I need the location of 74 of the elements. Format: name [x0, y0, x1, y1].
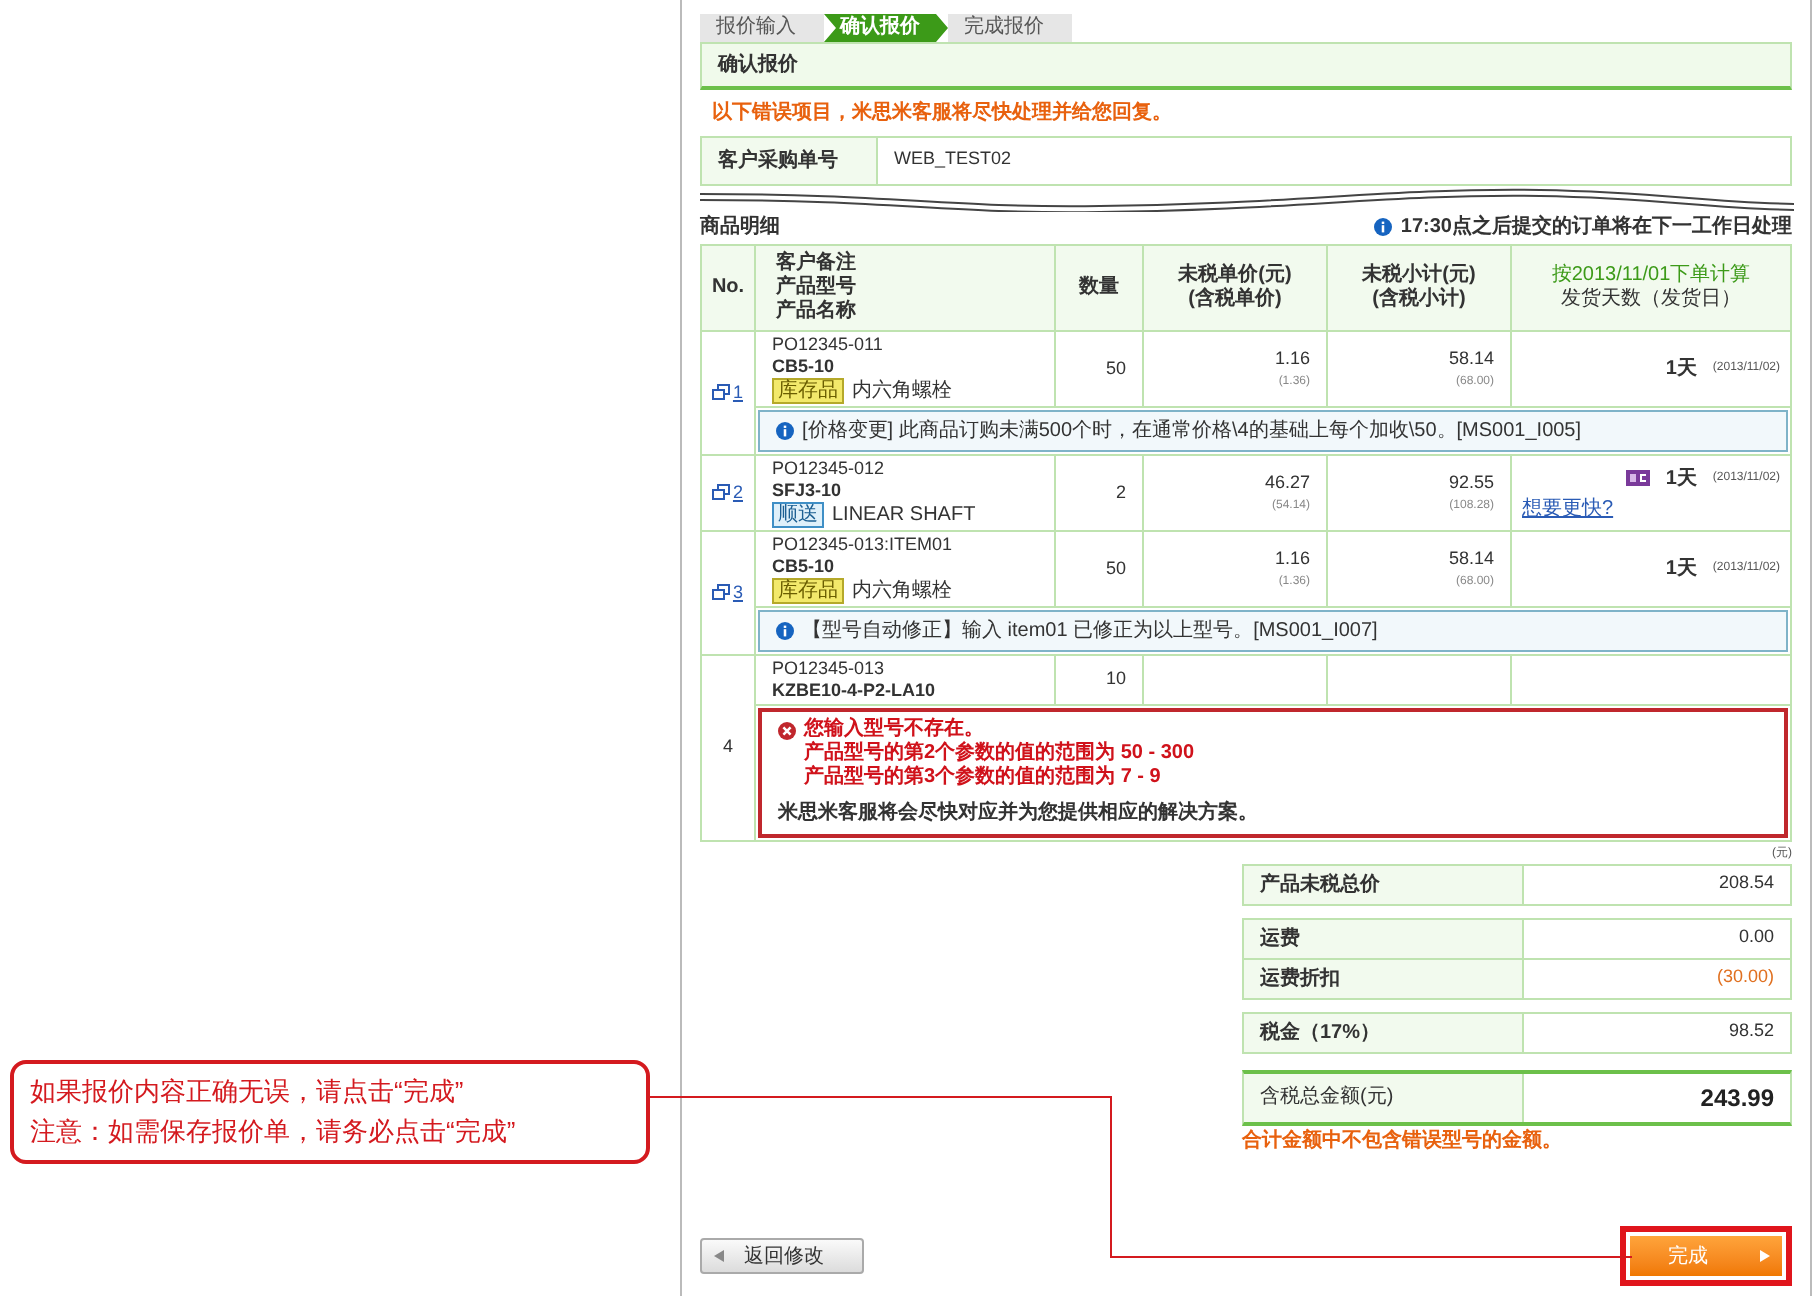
column-header: 数量 [1055, 245, 1143, 331]
warning-text: 以下错误项目，米思米客服将尽快处理并给您回复。 [710, 98, 1174, 128]
delivery-days: 1天 [1665, 554, 1697, 584]
window-stack-icon [712, 584, 731, 601]
po-number: PO12345-011 [772, 334, 885, 356]
window-stack-icon [712, 384, 731, 401]
po-number: PO12345-012 [772, 458, 887, 480]
column-header: 未税单价(元) (含税单价) [1143, 245, 1327, 331]
row-number[interactable]: 2 [701, 455, 755, 531]
quantity-cell: 50 [1055, 531, 1143, 607]
info-icon [776, 422, 794, 440]
summary-value: (30.00) [1714, 964, 1776, 990]
po-label: 客户采购单号 [702, 138, 878, 184]
error-text: 产品型号的第2个参数的值的范围为 50 - 300 [804, 742, 1195, 765]
product-name: 内六角螺栓 [852, 379, 952, 403]
row-number: 4 [701, 655, 755, 841]
summary-label: 运费折扣 [1244, 960, 1524, 998]
part-number: CB5-10 [772, 556, 837, 578]
info-text: [价格变更] 此商品订购未满500个时，在通常价格\4的基础上每个加收\50。[MS001_I005] [802, 417, 1582, 446]
info-text: 【型号自动修正】输入 item01 已修正为以上型号。[MS001_I007] [802, 617, 1378, 646]
summary-label: 含税总金额(元) [1244, 1074, 1524, 1122]
column-header: 客户备注 产品型号 产品名称 [755, 245, 1055, 331]
back-button[interactable]: 返回修改 [700, 1238, 864, 1274]
page-title: 确认报价 [700, 42, 1792, 90]
summary-value: 208.54 [1716, 870, 1776, 896]
part-number: SFJ3-10 [772, 480, 844, 502]
column-header: 按2013/11/01下单计算 发货天数（发货日） [1511, 245, 1791, 331]
faster-link[interactable]: 想要更快? [1522, 493, 1780, 523]
info-icon [1374, 218, 1393, 236]
row-number[interactable]: 1 [701, 331, 755, 455]
summary-value: 98.52 [1726, 1018, 1776, 1044]
right-triangle-icon [1760, 1250, 1770, 1262]
subtotal: 58.14 [1446, 546, 1494, 573]
summary-value: 243.99 [1698, 1082, 1776, 1116]
product-name: 内六角螺栓 [852, 579, 952, 603]
product-tag: 顺送 [772, 502, 824, 528]
unit-price: 1.16 [1272, 546, 1310, 573]
info-icon [776, 622, 794, 640]
error-text: 产品型号的第3个参数的值的范围为 7 - 9 [804, 766, 1163, 790]
product-tag: 库存品 [772, 378, 844, 404]
part-number: CB5-10 [772, 356, 837, 378]
row-number[interactable]: 3 [701, 531, 755, 655]
quantity-cell: 10 [1055, 655, 1143, 705]
summary-label: 税金（17%） [1244, 1014, 1524, 1052]
unit-price: 46.27 [1262, 470, 1310, 497]
quantity-cell: 2 [1055, 455, 1143, 531]
summary-label: 产品未税总价 [1244, 866, 1524, 904]
error-icon [778, 722, 796, 740]
left-triangle-icon [714, 1250, 724, 1262]
error-text: 您输入型号不存在。 [804, 718, 986, 741]
delivery-days: 1天 [1665, 463, 1697, 493]
window-stack-icon [712, 484, 731, 501]
subtotal: 92.55 [1446, 470, 1494, 497]
notice-text: 17:30点之后提交的订单将在下一工作日处理 [1400, 212, 1792, 242]
error-footer-text: 米思米客服将会尽快对应并为您提供相应的解决方案。 [778, 798, 1260, 828]
subtotal: 58.14 [1446, 346, 1494, 373]
summary-value: 0.00 [1736, 924, 1776, 950]
total-note: 合计金额中不包含错误型号的金额。 [1242, 1126, 1564, 1156]
callout-text: 注意：如需保存报价单，请务必点击“完成” [30, 1114, 518, 1150]
unit-price: 1.16 [1272, 346, 1310, 373]
product-name: LINEAR SHAFT [832, 503, 976, 527]
callout-text: 如果报价内容正确无误，请点击“完成” [30, 1074, 466, 1110]
summary-label: 运费 [1244, 920, 1524, 958]
section-heading: 商品明细 [700, 212, 780, 242]
po-number: PO12345-013 [772, 658, 887, 680]
part-number: KZBE10-4-P2-LA10 [772, 680, 938, 702]
column-header: 未税小计(元) (含税小计) [1327, 245, 1511, 331]
quantity-cell: 50 [1055, 331, 1143, 407]
po-number: PO12345-013:ITEM01 [772, 534, 955, 556]
column-header: No. [701, 245, 755, 331]
product-tag: 库存品 [772, 578, 844, 604]
delivery-badge-icon [1625, 470, 1650, 486]
delivery-days: 1天 [1665, 354, 1697, 384]
po-value: WEB_TEST02 [892, 146, 1014, 172]
